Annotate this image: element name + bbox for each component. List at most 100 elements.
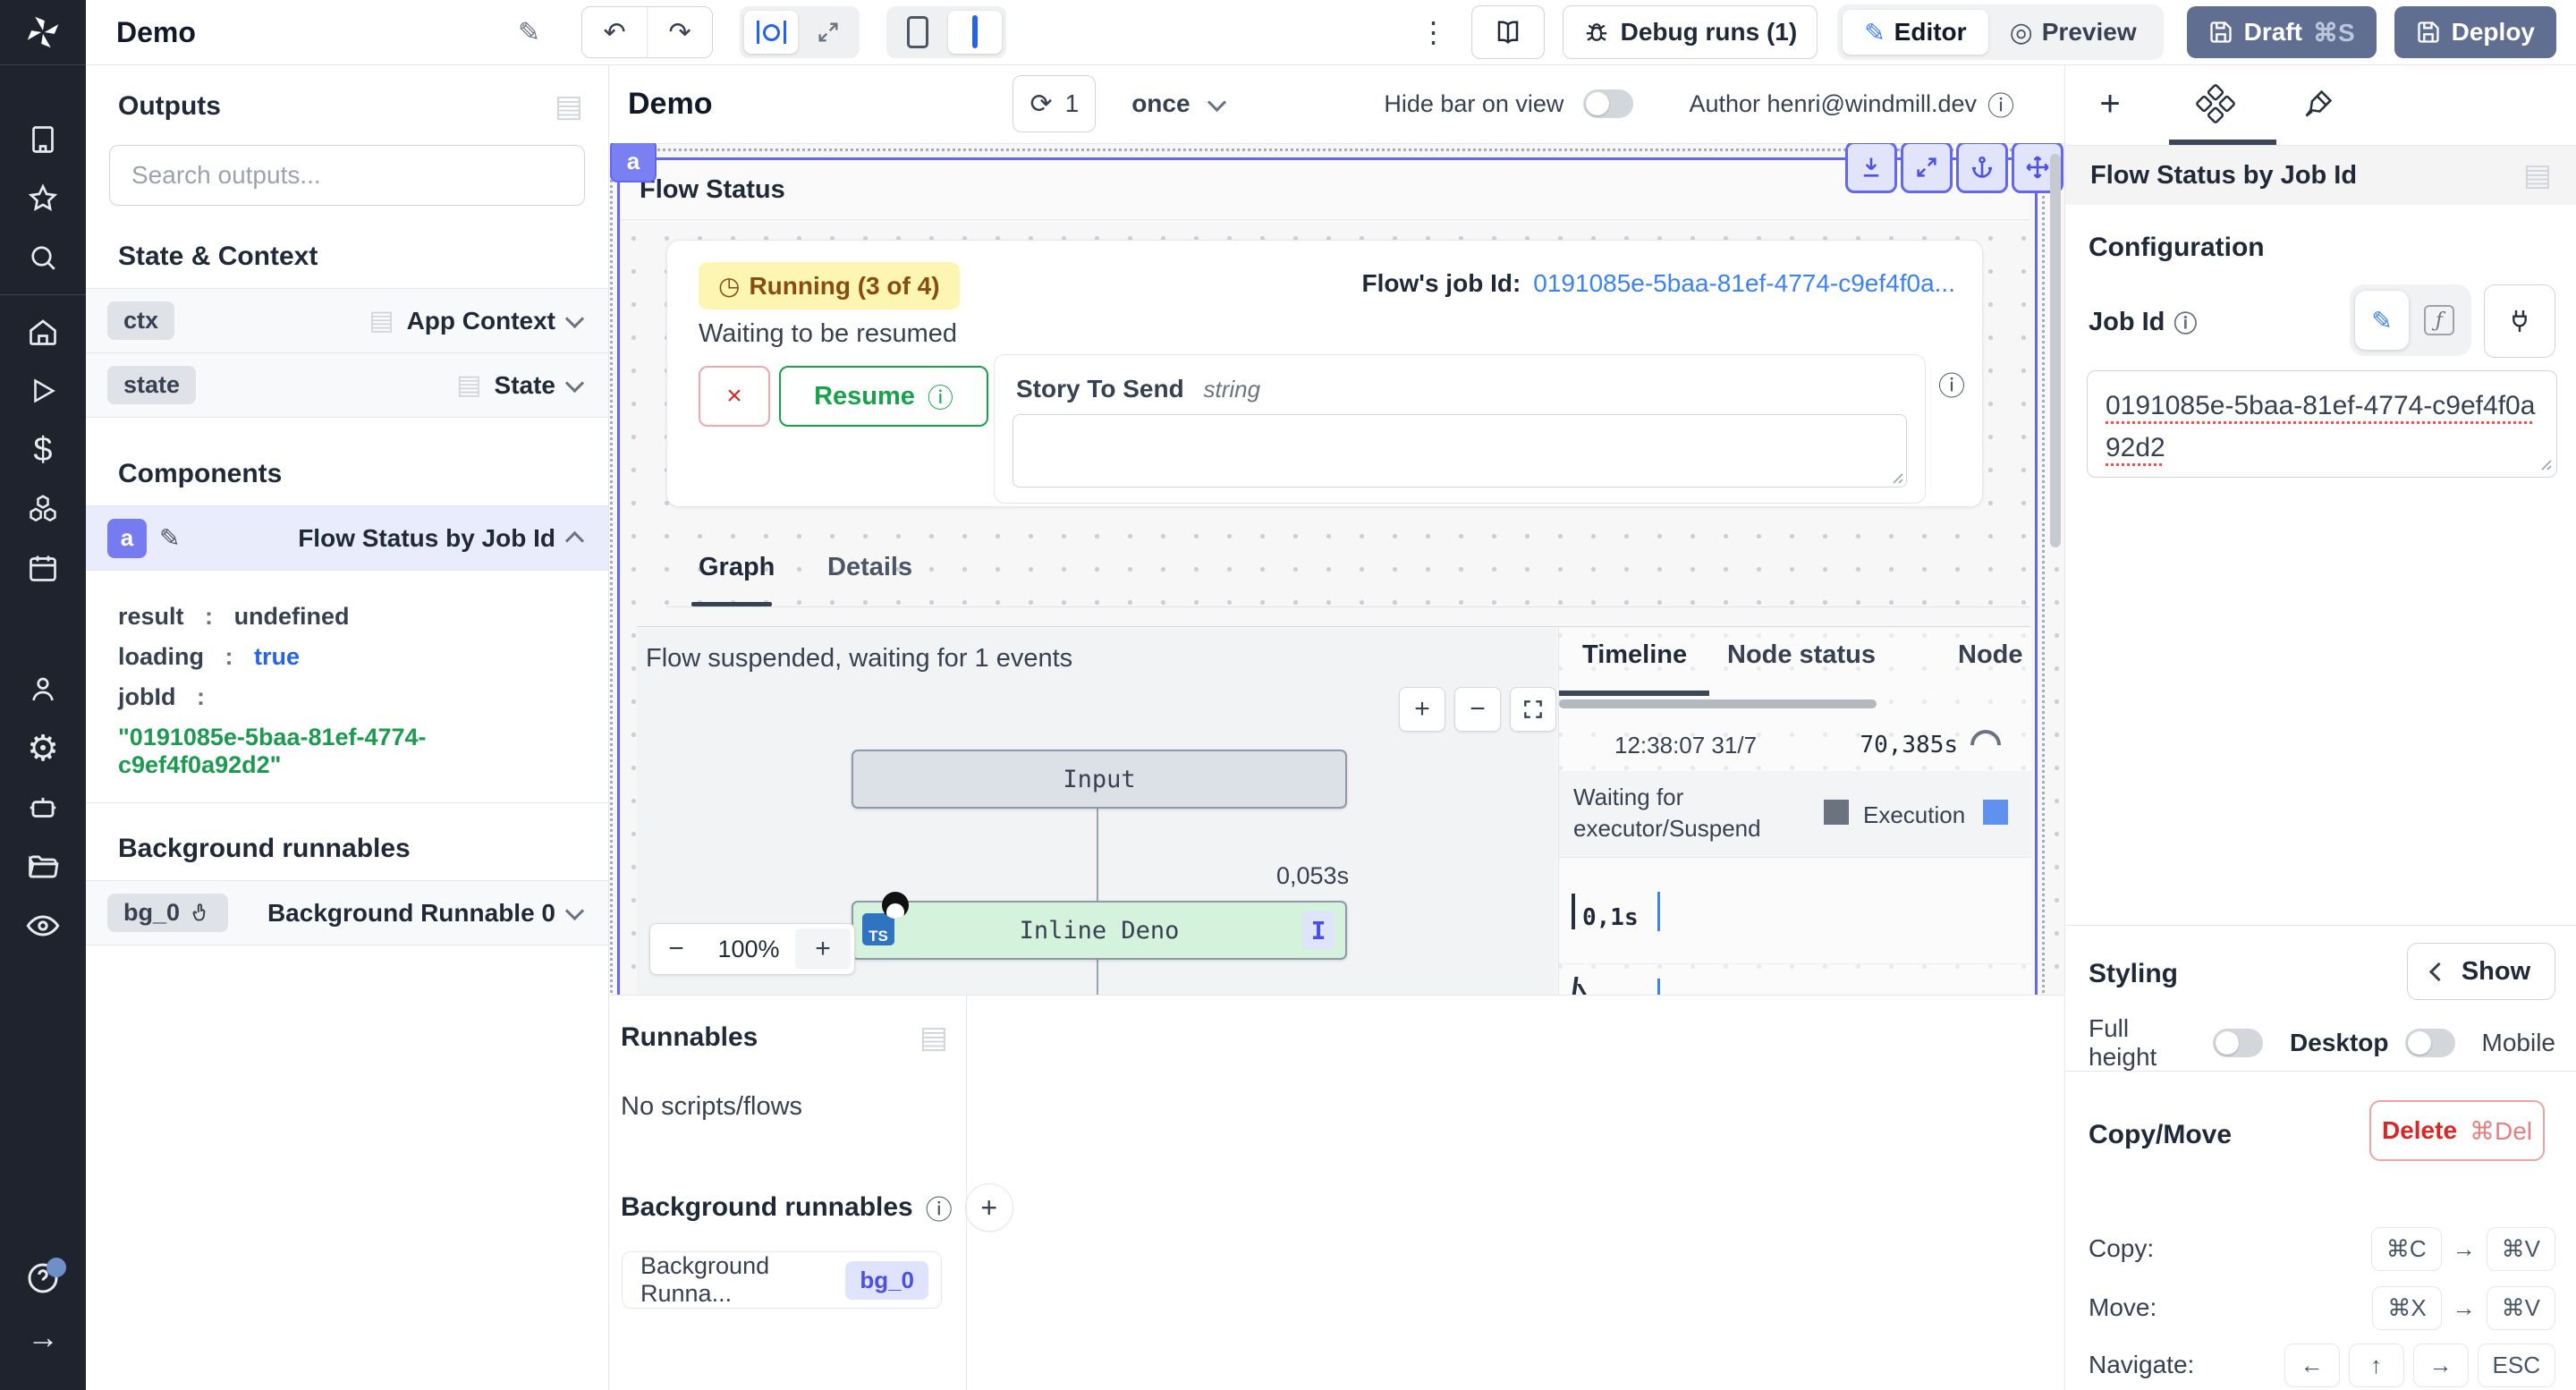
info-icon[interactable]: ⓘ <box>2174 306 2197 339</box>
zoom-in-button[interactable]: + <box>795 928 851 970</box>
job-id-link[interactable]: 0191085e-5baa-81ef-4774-c9ef4f0a... <box>1533 269 1955 298</box>
inspector-tabs: + <box>2065 64 2576 146</box>
edit-title-pencil-icon[interactable]: ✎ <box>518 17 540 48</box>
chevron-down-icon[interactable] <box>565 374 584 393</box>
flow-graph-area[interactable]: Flow suspended, waiting for 1 events + −… <box>637 628 1556 995</box>
canvas-app-title: Demo <box>628 87 712 122</box>
cancel-button[interactable]: × <box>699 366 770 427</box>
search-icon[interactable] <box>0 228 86 287</box>
flow-node-inline-deno[interactable]: TS Inline Deno I <box>852 901 1347 960</box>
zoom-out-button[interactable]: − <box>650 934 702 964</box>
resize-grip-icon[interactable] <box>2538 456 2552 470</box>
connect-input-button[interactable] <box>2484 284 2555 358</box>
delete-component-button[interactable]: Delete ⌘Del <box>2369 1100 2545 1161</box>
prop-key[interactable]: jobId <box>118 683 175 710</box>
doc-icon[interactable]: ▤ <box>456 372 481 399</box>
chevron-down-icon[interactable] <box>565 902 584 920</box>
deploy-button[interactable]: Deploy <box>2394 6 2556 58</box>
schedule-dropdown[interactable]: once <box>1131 89 1228 118</box>
fullwidth-layout-button[interactable] <box>801 11 855 54</box>
static-input-mode-button[interactable]: ✎ <box>2355 291 2409 350</box>
global-styling-tab[interactable] <box>2293 81 2343 127</box>
audit-eye-icon[interactable] <box>0 896 86 955</box>
show-styling-button[interactable]: Show <box>2407 943 2555 1000</box>
editor-tab[interactable]: ✎ Editor <box>1843 10 1987 55</box>
chevron-down-icon[interactable] <box>565 309 584 328</box>
redo-button[interactable]: ↷ <box>647 7 712 57</box>
job-id-textarea[interactable]: 0191085e-5baa-81ef-4774-c9ef4f0a92d2 <box>2087 370 2557 478</box>
graph-zoom-out-button[interactable]: − <box>1454 687 1501 732</box>
mobile-view-button[interactable] <box>891 11 945 54</box>
info-icon[interactable]: ⓘ <box>926 1188 953 1227</box>
full-height-toggle[interactable] <box>2213 1029 2263 1057</box>
canvas-grid[interactable]: a Flow Status ◷ Running (3 of 4) <box>608 143 2064 995</box>
windmill-logo-icon[interactable] <box>0 0 86 65</box>
desktop-view-button[interactable] <box>948 11 1002 54</box>
anchor-button[interactable] <box>1956 143 2008 193</box>
docs-panel-icon[interactable]: ▤ <box>555 91 583 122</box>
search-outputs-input[interactable] <box>110 161 584 190</box>
centered-layout-button[interactable] <box>744 11 798 54</box>
story-textarea[interactable] <box>1013 414 1907 487</box>
undo-button[interactable]: ↶ <box>582 7 647 57</box>
tab-details[interactable]: Details <box>827 553 912 582</box>
debug-runs-button[interactable]: Debug runs (1) <box>1563 5 1818 59</box>
hide-bar-toggle[interactable] <box>1583 89 1633 118</box>
component-settings-tab[interactable] <box>2190 81 2241 127</box>
resources-cubes-icon[interactable] <box>0 479 86 538</box>
chevron-up-icon[interactable] <box>565 531 584 550</box>
timeline-hscrollbar[interactable] <box>1559 699 1877 708</box>
fullscreen-button[interactable] <box>1901 143 1953 193</box>
prop-key[interactable]: loading <box>118 643 204 670</box>
schedules-calendar-icon[interactable] <box>0 538 86 598</box>
state-row[interactable]: state ▤ State <box>86 353 608 418</box>
tab-timeline[interactable]: Timeline <box>1582 640 1687 670</box>
docs-button[interactable] <box>1471 5 1545 59</box>
expression-input-mode-button[interactable]: ƒ <box>2412 291 2466 350</box>
insert-component-tab[interactable]: + <box>2085 81 2135 127</box>
folders-icon[interactable] <box>0 837 86 896</box>
component-a-row[interactable]: a ✎ Flow Status by Job Id <box>86 505 608 571</box>
variables-dollar-icon[interactable]: $ <box>0 420 86 479</box>
tab-node-more[interactable]: Node <box>1958 640 2023 670</box>
docs-panel-icon[interactable]: ▤ <box>2523 160 2552 191</box>
background-runnable-item[interactable]: Background Runna... bg_0 <box>622 1251 942 1309</box>
graph-zoom-in-button[interactable]: + <box>1399 687 1445 732</box>
refresh-button[interactable]: ⟳ 1 <box>1013 75 1096 132</box>
rename-pencil-icon[interactable]: ✎ <box>159 523 180 553</box>
preview-tab[interactable]: ◎ Preview <box>1988 10 2158 55</box>
users-icon[interactable] <box>0 660 86 719</box>
tab-node-status[interactable]: Node status <box>1727 640 1876 670</box>
runs-play-icon[interactable] <box>0 361 86 420</box>
collapse-arrow-icon[interactable]: → <box>0 1308 86 1367</box>
add-background-runnable-button[interactable]: + <box>965 1183 1013 1232</box>
docs-panel-icon[interactable]: ▤ <box>919 1022 948 1053</box>
workers-robot-icon[interactable] <box>0 778 86 837</box>
component-tag-badge[interactable]: a <box>610 143 657 182</box>
doc-icon[interactable]: ▤ <box>369 308 394 335</box>
graph-fullscreen-button[interactable] <box>1510 687 1556 732</box>
info-icon[interactable]: ⓘ <box>1938 364 1965 403</box>
tab-graph[interactable]: Graph <box>699 553 775 582</box>
canvas-vscrollbar[interactable] <box>2050 154 2061 547</box>
bg0-row[interactable]: bg_0 Background Runnable 0 <box>86 880 608 945</box>
more-menu-icon[interactable]: ⋮ <box>1419 15 1448 49</box>
workspace-icon[interactable] <box>0 110 86 169</box>
flow-node-input[interactable]: Input <box>852 750 1347 809</box>
info-icon: ⓘ <box>928 377 953 415</box>
outputs-heading: Outputs <box>118 91 221 122</box>
favorites-star-icon[interactable] <box>0 169 86 228</box>
resume-button[interactable]: Resume ⓘ <box>779 366 988 427</box>
info-icon[interactable]: ⓘ <box>1987 84 2014 123</box>
timeline-bar-row: 0,1s <box>1559 858 2031 964</box>
expand-down-button[interactable] <box>1845 143 1897 193</box>
settings-gear-icon[interactable]: ⚙ <box>0 719 86 778</box>
desktop-toggle[interactable] <box>2405 1029 2455 1057</box>
expand-icon <box>816 20 841 45</box>
paintbrush-icon <box>2303 89 2334 119</box>
help-icon[interactable] <box>0 1249 86 1308</box>
home-icon[interactable] <box>0 302 86 361</box>
draft-button[interactable]: Draft ⌘S <box>2187 6 2377 58</box>
prop-key[interactable]: result <box>118 603 184 630</box>
ctx-row[interactable]: ctx ▤ App Context <box>86 288 608 353</box>
